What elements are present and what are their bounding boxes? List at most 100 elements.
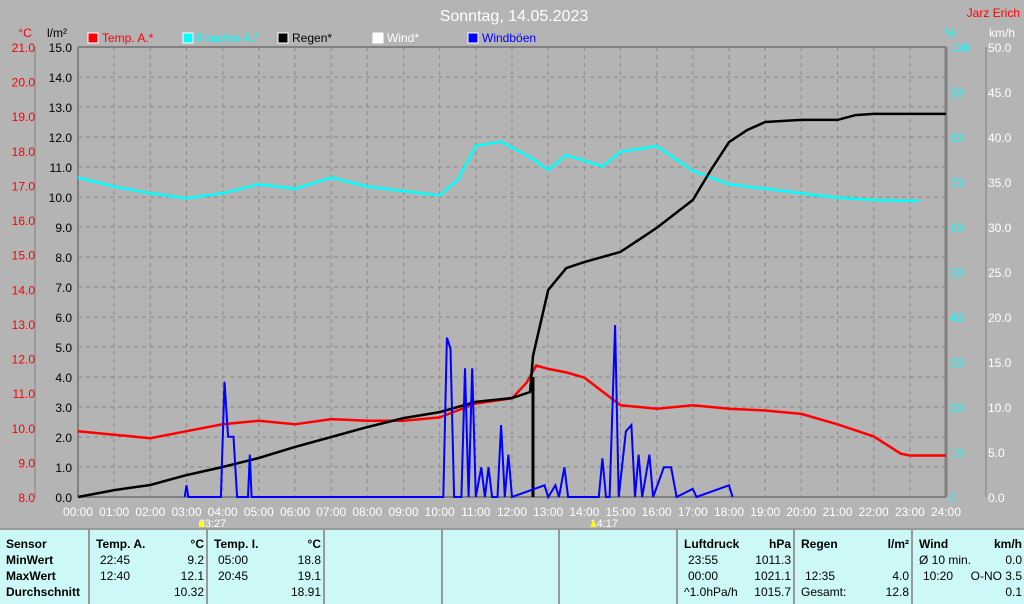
rain-axis-tick: 9.0 bbox=[55, 221, 72, 235]
label-max: MaxWert bbox=[6, 569, 56, 583]
pressure-avg: 1015.7 bbox=[754, 585, 791, 599]
x-tick: 12:00 bbox=[497, 505, 527, 519]
pressure-min-time: 23:55 bbox=[688, 553, 719, 567]
temp-axis-tick: 18.0 bbox=[12, 145, 36, 159]
x-tick: 17:00 bbox=[678, 505, 708, 519]
temp-axis-unit: °C bbox=[18, 26, 32, 40]
x-tick: 06:00 bbox=[280, 505, 310, 519]
rain-axis-tick: 5.0 bbox=[55, 341, 72, 355]
temp-i-column: Temp. I. °C 05:00 18.8 20:45 19.1 18.91 bbox=[206, 530, 325, 604]
legend-swatch bbox=[87, 32, 99, 44]
rain-axis-unit: l/m² bbox=[47, 26, 67, 40]
rain-axis-tick: 6.0 bbox=[55, 311, 72, 325]
label-sensor: Sensor bbox=[6, 537, 47, 551]
temp-axis-tick: 13.0 bbox=[12, 318, 36, 332]
temp-a-max: 12.1 bbox=[180, 569, 204, 583]
x-tick: 08:00 bbox=[352, 505, 382, 519]
x-tick: 21:00 bbox=[822, 505, 852, 519]
legend-swatch bbox=[277, 32, 289, 44]
rain-axis-tick: 12.0 bbox=[49, 131, 73, 145]
wind-axis-tick: 50.0 bbox=[988, 41, 1012, 55]
rain-axis-tick: 4.0 bbox=[55, 371, 72, 385]
temp-a-max-time: 12:40 bbox=[100, 569, 131, 583]
humidity-axis-tick: 0 bbox=[950, 491, 957, 505]
rain-axis-tick: 14.0 bbox=[49, 71, 73, 85]
wind-max: O-NO 3.5 bbox=[970, 569, 1022, 583]
chart-title: Sonntag, 14.05.2023 bbox=[440, 8, 589, 25]
rain-axis-tick: 7.0 bbox=[55, 281, 72, 295]
temp-axis-tick: 15.0 bbox=[12, 249, 36, 263]
temp-a-unit: °C bbox=[190, 537, 204, 551]
legend-label: Feuchte A.* bbox=[197, 31, 259, 45]
rain-axis-tick: 3.0 bbox=[55, 401, 72, 415]
x-tick: 11:00 bbox=[461, 505, 490, 519]
pressure-unit: hPa bbox=[768, 537, 791, 551]
rain-max-time: 12:35 bbox=[805, 569, 836, 583]
pressure-column: Luftdruck hPa 23:55 1011.3 00:00 1021.1 ^1.… bbox=[676, 530, 795, 604]
temp-i-max: 19.1 bbox=[297, 569, 321, 583]
legend-label: Temp. A.* bbox=[102, 31, 154, 45]
label-min: MinWert bbox=[6, 553, 54, 567]
temp-a-column: Temp. A. °C 22:45 9.2 12:40 12.1 10.32 bbox=[88, 530, 208, 604]
rain-axis-tick: 13.0 bbox=[49, 101, 73, 115]
wind-axis-tick: 45.0 bbox=[988, 86, 1012, 100]
temp-i-title: Temp. I. bbox=[214, 537, 259, 551]
rain-column: Regen l/m² 12:35 4.0 Gesamt: 12.8 bbox=[793, 530, 913, 604]
empty-column bbox=[441, 530, 560, 604]
x-tick: 10:00 bbox=[425, 505, 455, 519]
temp-i-min: 18.8 bbox=[297, 553, 321, 567]
wind-avg: 0.0 bbox=[1005, 553, 1022, 567]
pressure-max-time: 00:00 bbox=[688, 569, 719, 583]
x-tick: 18:00 bbox=[714, 505, 744, 519]
humidity-axis-tick: 60 bbox=[950, 221, 964, 235]
legend-label: Wind* bbox=[387, 31, 419, 45]
empty-column bbox=[323, 530, 443, 604]
temp-axis-tick: 16.0 bbox=[12, 214, 36, 228]
pressure-max: 1021.1 bbox=[754, 569, 791, 583]
humidity-axis-tick: 90 bbox=[950, 86, 964, 100]
legend-swatch bbox=[467, 32, 479, 44]
rain-total: 12.8 bbox=[885, 585, 909, 599]
label-avg: Durchschnitt bbox=[6, 585, 81, 599]
wind-axis-tick: 35.0 bbox=[988, 176, 1012, 190]
wind-column: Wind km/h Ø 10 min. 0.0 10:20 O-NO 3.5 0.1 bbox=[911, 530, 1024, 604]
legend-label: Windböen bbox=[482, 31, 536, 45]
wind-axis-tick: 40.0 bbox=[988, 131, 1012, 145]
x-tick: 16:00 bbox=[642, 505, 672, 519]
temp-a-avg: 10.32 bbox=[173, 585, 204, 599]
humidity-axis-tick: 70 bbox=[950, 176, 964, 190]
temp-axis-tick: 14.0 bbox=[12, 283, 36, 297]
wind-axis-tick: 25.0 bbox=[988, 266, 1012, 280]
x-tick: 02:00 bbox=[135, 505, 165, 519]
x-tick: 09:00 bbox=[388, 505, 418, 519]
temp-a-min-time: 22:45 bbox=[100, 553, 131, 567]
series-feuchte-a- bbox=[77, 140, 919, 203]
temp-i-min-time: 05:00 bbox=[218, 553, 249, 567]
x-tick: 01:00 bbox=[99, 505, 129, 519]
temp-axis-tick: 20.0 bbox=[12, 76, 36, 90]
humidity-axis-tick: 80 bbox=[950, 131, 964, 145]
wind-axis-tick: 15.0 bbox=[988, 356, 1012, 370]
legend-swatch bbox=[372, 32, 384, 44]
wind-axis-tick: 5.0 bbox=[988, 446, 1005, 460]
humidity-axis-tick: 40 bbox=[950, 311, 964, 325]
pressure-title: Luftdruck bbox=[684, 537, 740, 551]
rain-axis-tick: 15.0 bbox=[49, 41, 73, 55]
rain-max: 4.0 bbox=[892, 569, 909, 583]
temp-a-min: 9.2 bbox=[187, 553, 204, 567]
x-tick: 14:00 bbox=[569, 505, 599, 519]
humidity-axis-unit: % bbox=[946, 26, 957, 40]
legend-swatch bbox=[182, 32, 194, 44]
wind-axis-tick: 0.0 bbox=[988, 491, 1005, 505]
x-tick: 22:00 bbox=[859, 505, 889, 519]
temp-axis-tick: 9.0 bbox=[18, 456, 35, 470]
humidity-axis-tick: 50 bbox=[950, 266, 964, 280]
temp-axis-tick: 10.0 bbox=[12, 422, 36, 436]
stats-table: Sensor MinWert MaxWert Durchschnitt Temp… bbox=[0, 528, 1024, 604]
temp-axis-tick: 12.0 bbox=[12, 353, 36, 367]
wind-axis-tick: 10.0 bbox=[988, 401, 1012, 415]
rain-unit: l/m² bbox=[887, 537, 909, 551]
x-tick: 15:00 bbox=[605, 505, 635, 519]
rain-axis-tick: 1.0 bbox=[55, 461, 72, 475]
temp-i-avg: 18.91 bbox=[290, 585, 321, 599]
